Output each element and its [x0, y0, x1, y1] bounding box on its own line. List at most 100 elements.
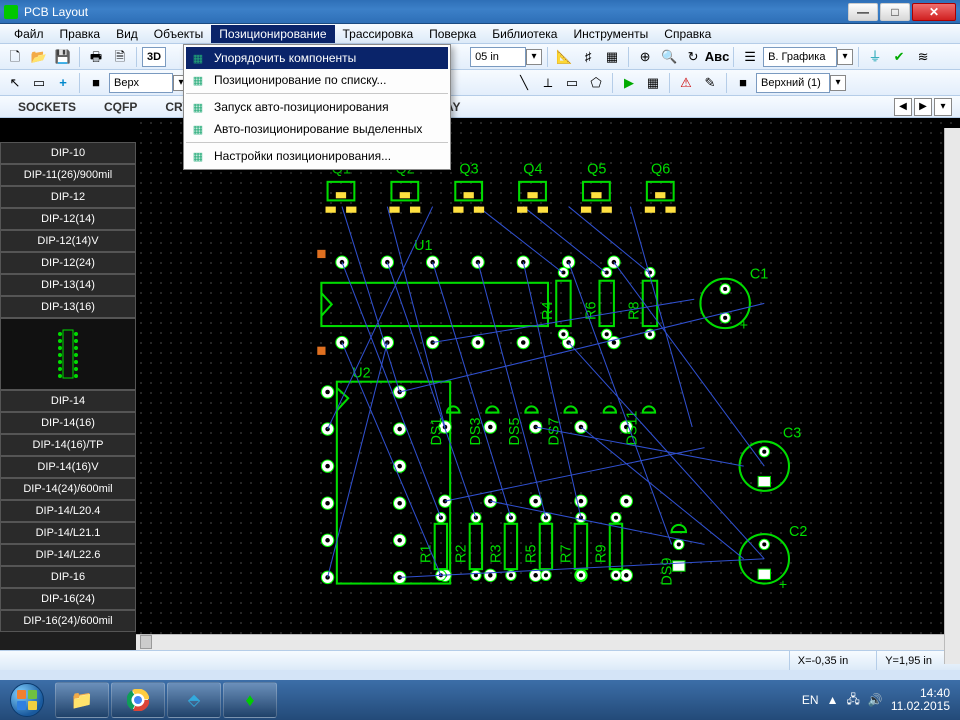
- part-item[interactable]: DIP-14(16)V: [0, 456, 136, 478]
- layer-upper-icon[interactable]: ■: [732, 72, 754, 94]
- part-item[interactable]: DIP-16(24): [0, 588, 136, 610]
- menu-инструменты[interactable]: Инструменты: [565, 25, 656, 43]
- svg-text:Q6: Q6: [651, 162, 670, 178]
- zoom-icon[interactable]: 🔍: [658, 46, 680, 68]
- layer-top-combo[interactable]: ▾: [109, 73, 189, 93]
- step-icon[interactable]: ▦: [642, 72, 664, 94]
- part-item[interactable]: DIP-12(24): [0, 252, 136, 274]
- tab-sockets[interactable]: SOCKETS: [4, 98, 90, 116]
- add-icon[interactable]: +: [52, 72, 74, 94]
- tab-cqfp[interactable]: CQFP: [90, 98, 151, 116]
- part-item[interactable]: DIP-14/L21.1: [0, 522, 136, 544]
- polygon-icon[interactable]: ⬠: [585, 72, 607, 94]
- part-item[interactable]: DIP-14(24)/600mil: [0, 478, 136, 500]
- route-icon[interactable]: ⏚: [864, 46, 886, 68]
- maximize-button[interactable]: □: [880, 3, 910, 21]
- save-icon[interactable]: 💾: [52, 46, 74, 68]
- svg-text:R2: R2: [454, 545, 470, 563]
- window-title: PCB Layout: [24, 5, 88, 19]
- part-item[interactable]: DIP-14(16)/TP: [0, 434, 136, 456]
- svg-text:+: +: [779, 578, 787, 594]
- part-item[interactable]: DIP-12(14): [0, 208, 136, 230]
- polyline-icon[interactable]: ⟂: [537, 72, 559, 94]
- rect-icon[interactable]: ▭: [561, 72, 583, 94]
- preview-icon[interactable]: 🗎: [109, 46, 131, 68]
- taskbar-app1[interactable]: ⬘: [167, 682, 221, 718]
- taskbar-chrome[interactable]: [111, 682, 165, 718]
- play-icon[interactable]: ▶: [618, 72, 640, 94]
- menu-item[interactable]: ▦Настройки позиционирования...: [186, 145, 448, 167]
- tab-next-button[interactable]: ▶: [914, 98, 932, 116]
- menu-item[interactable]: ▦Позиционирование по списку...: [186, 69, 448, 91]
- tray-network-icon[interactable]: 🖧: [846, 690, 859, 711]
- menu-item[interactable]: ▦Упорядочить компоненты: [186, 47, 448, 69]
- part-item[interactable]: DIP-16: [0, 566, 136, 588]
- new-icon[interactable]: 🗋: [4, 46, 26, 68]
- part-item[interactable]: DIP-11(26)/900mil: [0, 164, 136, 186]
- part-item[interactable]: DIP-13(16): [0, 296, 136, 318]
- drc-icon[interactable]: ✔: [888, 46, 910, 68]
- tab-menu-button[interactable]: ▾: [934, 98, 952, 116]
- layer-upper-input: [756, 73, 830, 93]
- drc2-icon[interactable]: ⚠: [675, 72, 697, 94]
- part-item[interactable]: DIP-14: [0, 390, 136, 412]
- part-item[interactable]: DIP-12: [0, 186, 136, 208]
- tray-clock[interactable]: 14:40 11.02.2015: [891, 687, 950, 713]
- open-icon[interactable]: 📂: [28, 46, 50, 68]
- menu-библиотека[interactable]: Библиотека: [484, 25, 565, 43]
- start-button[interactable]: [0, 680, 54, 720]
- menu-item[interactable]: ▦Запуск авто-позиционирования: [186, 96, 448, 118]
- line-icon[interactable]: ╲: [513, 72, 535, 94]
- minimize-button[interactable]: —: [848, 3, 878, 21]
- menu-объекты[interactable]: Объекты: [146, 25, 212, 43]
- layer-top-icon[interactable]: ■: [85, 72, 107, 94]
- pan-icon[interactable]: ▭: [28, 72, 50, 94]
- grid-icon[interactable]: ▦: [601, 46, 623, 68]
- system-tray: EN ▲ 🖧 🔊 14:40 11.02.2015: [792, 687, 960, 713]
- svg-text:DS9: DS9: [660, 558, 676, 586]
- part-item[interactable]: DIP-14/L20.4: [0, 500, 136, 522]
- menu-правка[interactable]: Правка: [52, 25, 109, 43]
- part-item[interactable]: DIP-14(16): [0, 412, 136, 434]
- menu-позиционирование[interactable]: Позиционирование: [211, 25, 334, 43]
- layer-upper-combo[interactable]: ▾: [756, 73, 846, 93]
- part-item[interactable]: DIP-16(24)/600mil: [0, 610, 136, 632]
- view3d-button[interactable]: 3D: [142, 47, 166, 67]
- select-icon[interactable]: ↖: [4, 72, 26, 94]
- menu-файл[interactable]: Файл: [6, 25, 52, 43]
- units-combo[interactable]: ▾: [470, 47, 542, 67]
- svg-text:C1: C1: [750, 267, 768, 283]
- tray-flag-icon[interactable]: ▲: [827, 693, 839, 707]
- menu-поверка[interactable]: Поверка: [421, 25, 484, 43]
- origin-icon[interactable]: ⊕: [634, 46, 656, 68]
- menu-вид[interactable]: Вид: [108, 25, 146, 43]
- taskbar-app2[interactable]: ♦: [223, 682, 277, 718]
- menu-справка[interactable]: Справка: [656, 25, 719, 43]
- svg-text:C2: C2: [789, 524, 807, 540]
- close-button[interactable]: ✕: [912, 3, 956, 21]
- svg-text:R5: R5: [524, 545, 540, 563]
- layers-icon[interactable]: ☰: [739, 46, 761, 68]
- menu-item[interactable]: ▦Авто-позиционирование выделенных: [186, 118, 448, 140]
- snap-icon[interactable]: ♯: [577, 46, 599, 68]
- tray-volume-icon[interactable]: 🔊: [868, 693, 883, 707]
- text-icon[interactable]: Aʙᴄ: [706, 46, 728, 68]
- part-item[interactable]: DIP-12(14)V: [0, 230, 136, 252]
- part-item[interactable]: DIP-14/L22.6: [0, 544, 136, 566]
- measure-icon[interactable]: 📐: [553, 46, 575, 68]
- note-icon[interactable]: ✎: [699, 72, 721, 94]
- tab-prev-button[interactable]: ◀: [894, 98, 912, 116]
- part-item[interactable]: DIP-13(14): [0, 274, 136, 296]
- print-icon[interactable]: 🖶: [85, 46, 107, 68]
- rotate-icon[interactable]: ↻: [682, 46, 704, 68]
- tray-lang[interactable]: EN: [802, 693, 819, 707]
- horizontal-scrollbar[interactable]: [136, 634, 960, 650]
- vertical-scrollbar[interactable]: [944, 128, 960, 664]
- view-combo[interactable]: ▾: [763, 47, 853, 67]
- pcb-canvas[interactable]: Q1Q2Q3Q4Q5Q6 U1 R4R6R8 C1 +: [136, 118, 960, 634]
- part-item[interactable]: DIP-10: [0, 142, 136, 164]
- menu-трассировка[interactable]: Трассировка: [335, 25, 422, 43]
- taskbar-explorer[interactable]: 📁: [55, 682, 109, 718]
- parts-search: 🔎: [0, 118, 136, 142]
- net-icon[interactable]: ≋: [912, 46, 934, 68]
